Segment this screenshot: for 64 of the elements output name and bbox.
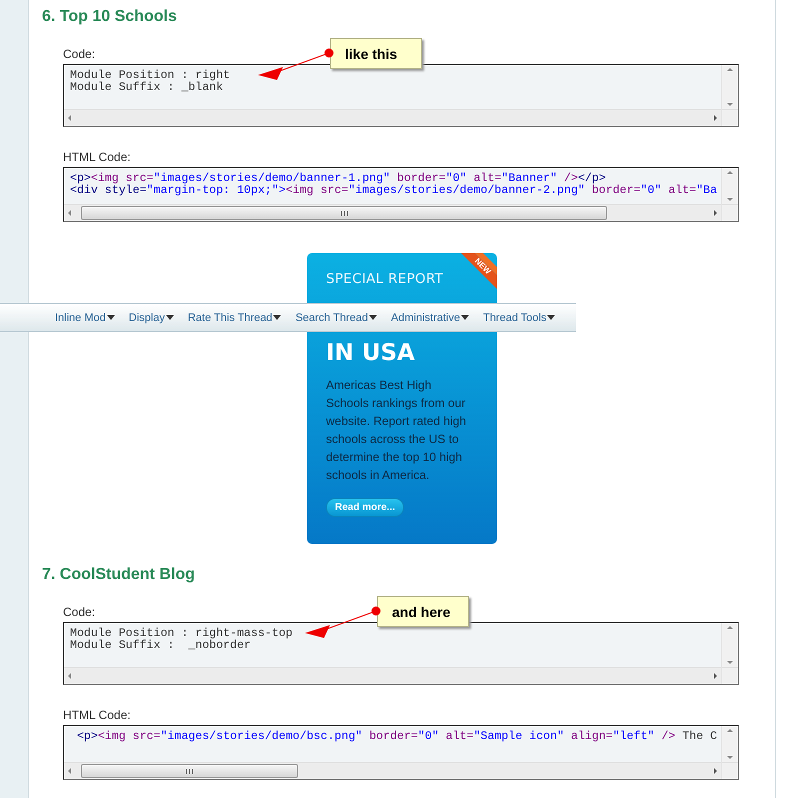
field-label: HTML Code: [63, 707, 131, 723]
scroll-down-icon[interactable] [727, 103, 733, 106]
scroll-right-icon[interactable] [714, 673, 717, 679]
caret-icon [547, 315, 556, 320]
callout-note: and here [377, 596, 469, 627]
code-field[interactable]: <p><img src="images/stories/demo/bsc.png" border="0" alt="Sample icon" align="left" /> The C [63, 725, 739, 780]
code-line: <div style="margin-top: 10px;"><img src="images/stories/demo/banner-2.png" border="0" alt="Ba [70, 185, 718, 197]
field-label: HTML Code: [63, 149, 131, 165]
scroll-thumb[interactable] [81, 764, 298, 778]
code-field[interactable]: Module Position : right Module Suffix : _blank [63, 64, 739, 127]
vertical-scrollbar[interactable] [721, 65, 738, 109]
scrollbar-corner [721, 204, 738, 221]
scroll-up-icon[interactable] [727, 729, 733, 732]
scroll-left-icon[interactable] [68, 768, 71, 774]
vertical-scrollbar[interactable] [721, 726, 738, 762]
menu-item[interactable]: Display [128, 312, 174, 324]
horizontal-scrollbar[interactable] [64, 667, 721, 684]
banner-title: IN USA [326, 340, 416, 366]
code-field[interactable]: Module Position : right-mass-top Module Suffix : _noborder [63, 622, 739, 685]
code-line: Module Suffix : _blank [70, 82, 224, 94]
scroll-left-icon[interactable] [68, 673, 71, 679]
code-line: <p><img src="images/stories/demo/bsc.png" border="0" alt="Sample icon" align="left" /> The C [76, 731, 718, 743]
scrollbar-corner [721, 762, 738, 779]
caret-icon [106, 315, 115, 320]
code-line: Module Suffix : _noborder [70, 640, 252, 652]
code-line: Module Position : right [70, 70, 232, 82]
caret-icon [369, 315, 378, 320]
scroll-up-icon[interactable] [727, 626, 733, 629]
code-line: <p><img src="images/stories/demo/banner-1.png" border="0" alt="Banner" /></p> [70, 173, 606, 185]
scroll-right-icon[interactable] [714, 115, 717, 121]
scroll-left-icon[interactable] [68, 210, 71, 216]
banner-kicker: SPECIAL REPORT [326, 271, 444, 287]
menu-item[interactable]: Administrative [391, 312, 470, 324]
caret-icon [273, 315, 282, 320]
scroll-up-icon[interactable] [727, 171, 733, 174]
scroll-down-icon[interactable] [727, 661, 733, 664]
scrollbar-corner [721, 667, 738, 684]
vertical-scrollbar[interactable] [721, 168, 738, 204]
scroll-right-icon[interactable] [714, 210, 717, 216]
menu-item[interactable]: Inline Mod [55, 312, 115, 324]
banner-text: Americas Best High Schools rankings from our website. Report rated high schools across the US to determine the top 10 high schools in America. [326, 377, 468, 484]
vertical-scrollbar[interactable] [721, 623, 738, 667]
code-line: Module Position : right-mass-top [70, 628, 294, 640]
callout-note: like this [330, 38, 422, 69]
scroll-thumb[interactable] [81, 206, 607, 220]
section-heading: 7. CoolStudent Blog [42, 565, 196, 585]
code-field[interactable]: <p><img src="images/stories/demo/banner-1.png" border="0" alt="Banner" /></p> <div style="margin-top: 10px;"><img src="images/stories/demo/banner-2.png" border="0" alt="Ba [63, 167, 739, 222]
horizontal-scrollbar[interactable] [64, 204, 721, 221]
scroll-down-icon[interactable] [727, 756, 733, 759]
scroll-left-icon[interactable] [68, 115, 71, 121]
horizontal-scrollbar[interactable] [64, 762, 721, 779]
scroll-down-icon[interactable] [727, 198, 733, 201]
caret-icon [166, 315, 174, 320]
field-label: Code: [63, 604, 96, 620]
section-heading: 6. Top 10 Schools [42, 7, 178, 27]
scroll-right-icon[interactable] [714, 768, 717, 774]
horizontal-scrollbar[interactable] [64, 109, 721, 126]
menu-item[interactable]: Search Thread [295, 312, 378, 324]
scroll-up-icon[interactable] [727, 68, 733, 71]
caret-icon [461, 315, 470, 320]
field-label: Code: [63, 46, 96, 62]
scrollbar-corner [721, 109, 738, 126]
menu-item[interactable]: Rate This Thread [188, 312, 282, 324]
menu-item[interactable]: Thread Tools [483, 312, 556, 324]
